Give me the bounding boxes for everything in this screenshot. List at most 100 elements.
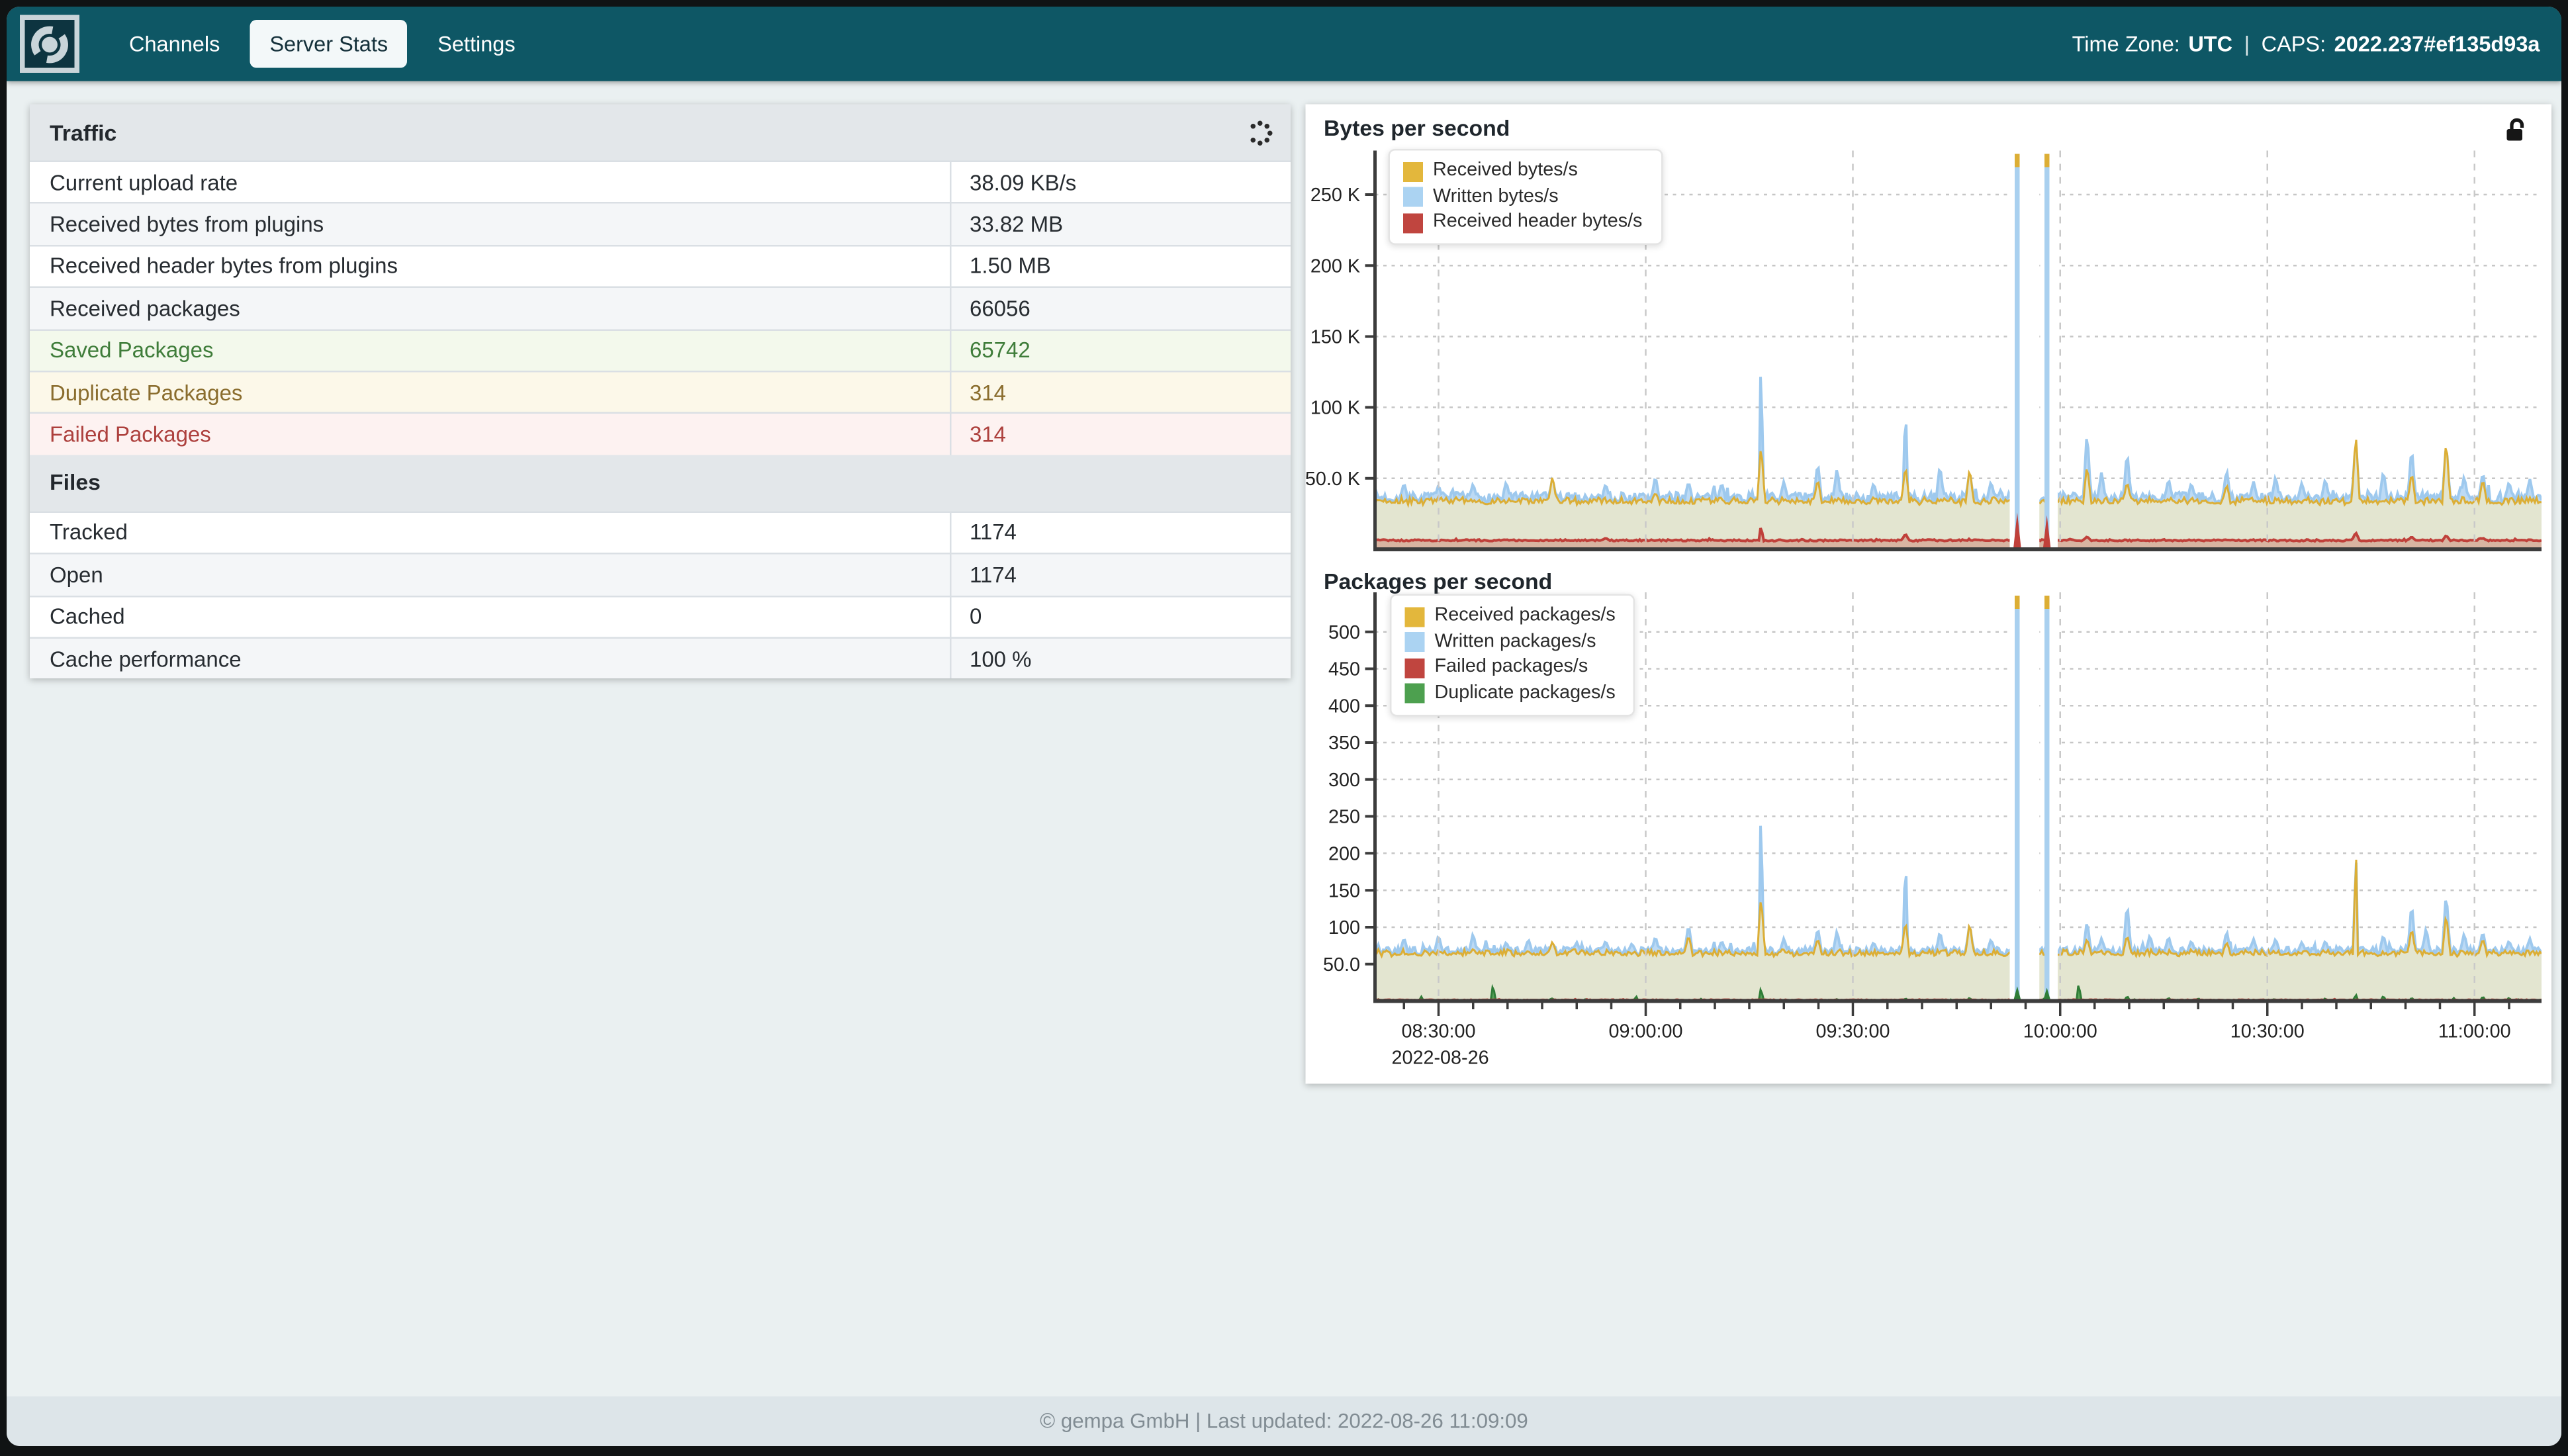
svg-text:250: 250	[1328, 807, 1360, 828]
stat-row: Open1174	[30, 553, 1291, 594]
legend-item[interactable]: Failed packages/s	[1405, 657, 1616, 679]
tab-server-stats[interactable]: Server Stats	[250, 20, 408, 68]
stat-row: Received bytes from plugins33.82 MB	[30, 203, 1291, 244]
svg-text:10:00:00: 10:00:00	[2023, 1021, 2097, 1042]
chart-legend: Received packages/s Written packages/s Fai…	[1390, 594, 1635, 716]
stat-value: 1174	[952, 555, 1291, 595]
page: ChannelsServer StatsSettings Time Zone: …	[7, 7, 2561, 1446]
footer-text: © gempa GmbH | Last updated: 2022-08-26 …	[1040, 1410, 1528, 1433]
stat-value: 100 %	[952, 639, 1291, 679]
svg-text:50.0: 50.0	[1323, 954, 1360, 976]
footer: © gempa GmbH | Last updated: 2022-08-26 …	[7, 1396, 2561, 1446]
stat-label: Open	[30, 555, 952, 595]
caps-label: CAPS:	[2262, 32, 2326, 57]
svg-text:150 K: 150 K	[1310, 327, 1360, 348]
stat-row: Cached0	[30, 595, 1291, 637]
svg-text:200 K: 200 K	[1310, 255, 1360, 277]
stat-value: 38.09 KB/s	[952, 162, 1291, 203]
separator: |	[2241, 32, 2253, 57]
stat-label: Current upload rate	[30, 162, 952, 203]
section-title: Traffic	[50, 120, 116, 145]
legend-item[interactable]: Written bytes/s	[1403, 186, 1642, 208]
svg-text:11:00:00: 11:00:00	[2438, 1021, 2511, 1042]
legend-item[interactable]: Written packages/s	[1405, 631, 1616, 653]
legend-item[interactable]: Received header bytes/s	[1403, 212, 1642, 234]
chart-title: Packages per second	[1324, 569, 1552, 594]
stat-row: Current upload rate38.09 KB/s	[30, 161, 1291, 203]
stat-value: 1174	[952, 512, 1291, 553]
timezone-value: UTC	[2188, 32, 2232, 57]
stat-value: 66056	[952, 288, 1291, 328]
legend-swatch	[1405, 684, 1425, 704]
stat-row: Duplicate Packages314	[30, 371, 1291, 412]
caps-version: 2022.237#ef135d93a	[2334, 32, 2540, 57]
section-header: Traffic	[30, 105, 1291, 161]
navbar: ChannelsServer StatsSettings Time Zone: …	[7, 7, 2561, 81]
legend-label: Written bytes/s	[1433, 186, 1559, 208]
stat-label: Received packages	[30, 288, 952, 328]
legend-label: Failed packages/s	[1435, 657, 1588, 679]
stat-label: Failed Packages	[30, 414, 952, 455]
svg-text:09:30:00: 09:30:00	[1816, 1021, 1890, 1042]
stat-label: Tracked	[30, 512, 952, 553]
svg-text:200: 200	[1328, 843, 1360, 864]
unlock-icon[interactable]	[2504, 118, 2530, 144]
svg-text:400: 400	[1328, 696, 1360, 717]
stat-label: Cache performance	[30, 639, 952, 679]
svg-text:2022-08-26: 2022-08-26	[1392, 1048, 1489, 1069]
caps-logo-inner	[25, 20, 75, 68]
legend-label: Received header bytes/s	[1433, 212, 1642, 234]
svg-text:09:00:00: 09:00:00	[1609, 1021, 1683, 1042]
tab-settings[interactable]: Settings	[418, 20, 535, 68]
stat-value: 33.82 MB	[952, 204, 1291, 244]
stat-label: Saved Packages	[30, 330, 952, 371]
legend-swatch	[1405, 658, 1425, 678]
stat-row: Cache performance100 %	[30, 637, 1291, 678]
svg-text:10:30:00: 10:30:00	[2230, 1021, 2305, 1042]
loading-spinner-icon	[1254, 128, 1264, 138]
caps-logo[interactable]	[20, 15, 79, 73]
stat-label: Duplicate Packages	[30, 372, 952, 412]
legend-label: Received bytes/s	[1433, 161, 1578, 183]
stat-row: Received packages66056	[30, 287, 1291, 328]
legend-label: Written packages/s	[1435, 631, 1596, 653]
stat-label: Cached	[30, 596, 952, 637]
stat-value: 65742	[952, 330, 1291, 371]
eye-icon	[28, 23, 71, 66]
svg-text:500: 500	[1328, 622, 1360, 643]
section-header: Files	[30, 455, 1291, 511]
stat-row: Tracked1174	[30, 511, 1291, 553]
svg-text:50.0 K: 50.0 K	[1306, 469, 1361, 490]
svg-text:150: 150	[1328, 880, 1360, 901]
nav-tabs: ChannelsServer StatsSettings	[109, 7, 535, 81]
legend-swatch	[1403, 212, 1423, 232]
legend-item[interactable]: Received packages/s	[1405, 606, 1616, 627]
stat-value: 0	[952, 596, 1291, 637]
legend-item[interactable]: Received bytes/s	[1403, 161, 1642, 183]
chart-legend: Received bytes/s Written bytes/s Received …	[1389, 149, 1663, 245]
section-title: Files	[50, 471, 101, 496]
stat-label: Received header bytes from plugins	[30, 246, 952, 287]
svg-text:300: 300	[1328, 770, 1360, 791]
stat-value: 314	[952, 414, 1291, 455]
stat-row: Received header bytes from plugins1.50 M…	[30, 244, 1291, 286]
svg-text:350: 350	[1328, 733, 1360, 754]
stat-value: 314	[952, 372, 1291, 412]
svg-text:450: 450	[1328, 659, 1360, 680]
app-window: ChannelsServer StatsSettings Time Zone: …	[0, 0, 2568, 1456]
legend-swatch	[1403, 161, 1423, 181]
legend-label: Duplicate packages/s	[1435, 682, 1616, 704]
legend-swatch	[1405, 632, 1425, 652]
legend-item[interactable]: Duplicate packages/s	[1405, 682, 1616, 704]
navbar-status: Time Zone: UTC | CAPS: 2022.237#ef135d93…	[2072, 7, 2540, 81]
legend-swatch	[1405, 606, 1425, 626]
tab-channels[interactable]: Channels	[109, 20, 240, 68]
legend-swatch	[1403, 187, 1423, 207]
stat-row: Saved Packages65742	[30, 328, 1291, 370]
svg-text:100: 100	[1328, 917, 1360, 938]
stats-card: TrafficCurrent upload rate38.09 KB/sRece…	[30, 105, 1291, 679]
svg-text:250 K: 250 K	[1310, 185, 1360, 206]
stat-value: 1.50 MB	[952, 246, 1291, 287]
charts-card: 50.0 K100 K150 K200 K250 K50.01001502002…	[1306, 105, 2552, 1084]
svg-text:08:30:00: 08:30:00	[1402, 1021, 1476, 1042]
